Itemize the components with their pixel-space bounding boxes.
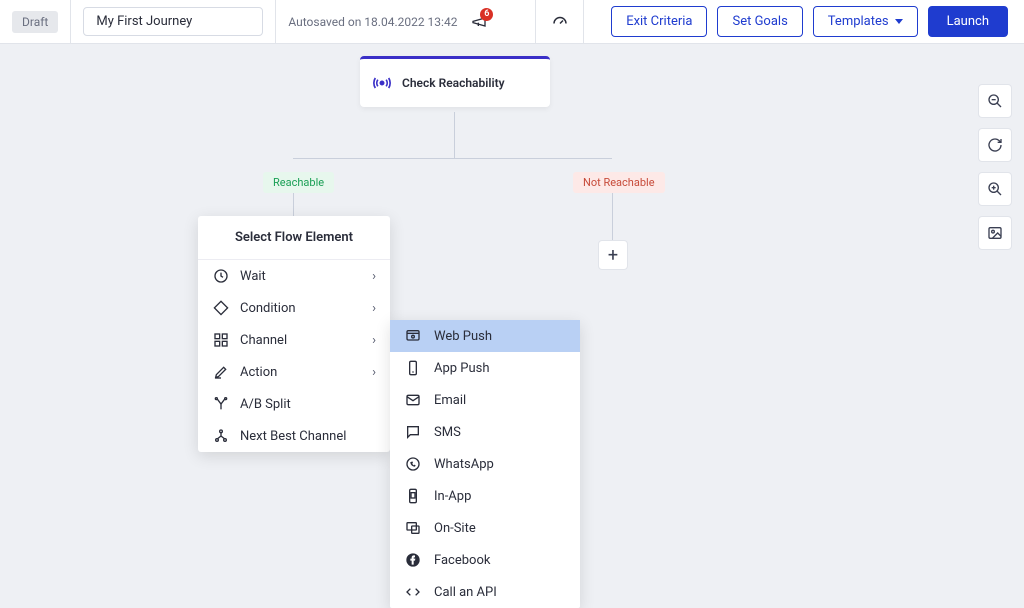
flow-item-label: Channel [240, 333, 362, 348]
chevron-right-icon: › [372, 365, 376, 380]
refresh-icon [987, 137, 1003, 153]
zoom-in-icon [987, 181, 1003, 197]
channel-item-whatsapp[interactable]: WhatsApp [390, 448, 580, 480]
image-icon [987, 225, 1003, 241]
templates-button[interactable]: Templates [813, 6, 918, 37]
channel-label: Call an API [434, 585, 497, 600]
flow-item-wait[interactable]: Wait › [198, 260, 390, 292]
flow-panel-title: Select Flow Element [198, 216, 390, 260]
chevron-right-icon: › [372, 301, 376, 316]
network-icon [212, 428, 230, 444]
add-node-button[interactable]: + [598, 240, 628, 270]
chevron-right-icon: › [372, 269, 376, 284]
diamond-icon [212, 300, 230, 316]
launch-button[interactable]: Launch [928, 6, 1008, 37]
reachability-icon [372, 73, 392, 93]
email-icon [404, 392, 422, 408]
notification-button[interactable]: 6 [471, 14, 487, 30]
clock-icon [212, 268, 230, 284]
channel-label: On-Site [434, 521, 476, 536]
zoom-out-button[interactable] [978, 84, 1012, 118]
check-reachability-node[interactable]: Check Reachability [360, 56, 550, 107]
connector [454, 112, 455, 158]
connector [293, 158, 612, 159]
templates-label: Templates [828, 14, 889, 29]
sms-icon [404, 424, 422, 440]
draft-badge: Draft [12, 11, 58, 33]
flow-item-condition[interactable]: Condition › [198, 292, 390, 324]
channel-item-in-app[interactable]: In-App [390, 480, 580, 512]
channel-item-on-site[interactable]: On-Site [390, 512, 580, 544]
in-app-icon [404, 488, 422, 504]
autosave-text: Autosaved on 18.04.2022 13:42 [288, 15, 457, 29]
channel-item-email[interactable]: Email [390, 384, 580, 416]
grid-icon [212, 332, 230, 348]
chevron-right-icon: › [372, 333, 376, 348]
flow-item-ab-split[interactable]: A/B Split [198, 388, 390, 420]
chevron-down-icon [895, 19, 903, 24]
side-panel [978, 84, 1012, 250]
channel-item-facebook[interactable]: Facebook [390, 544, 580, 576]
flow-item-label: Next Best Channel [240, 429, 376, 444]
whatsapp-icon [404, 456, 422, 472]
flow-item-label: Condition [240, 301, 362, 316]
channel-item-web-push[interactable]: Web Push [390, 320, 580, 352]
channel-label: App Push [434, 361, 490, 376]
journey-name-input[interactable] [83, 7, 263, 36]
gauge-icon [551, 13, 569, 31]
set-goals-button[interactable]: Set Goals [717, 6, 802, 37]
reachable-tag: Reachable [263, 172, 334, 193]
canvas[interactable]: Check Reachability Reachable Not Reachab… [0, 44, 1024, 607]
exit-criteria-button[interactable]: Exit Criteria [611, 6, 707, 37]
check-reachability-label: Check Reachability [402, 76, 505, 90]
flow-item-label: Action [240, 365, 362, 380]
channel-submenu: Web Push App Push Email SMS WhatsApp In-… [390, 320, 580, 608]
app-push-icon [404, 360, 422, 376]
screenshot-button[interactable] [978, 216, 1012, 250]
not-reachable-tag: Not Reachable [573, 172, 665, 193]
channel-label: Facebook [434, 553, 490, 568]
autosave-cell: Autosaved on 18.04.2022 13:42 6 [276, 0, 536, 43]
flow-item-next-best-channel[interactable]: Next Best Channel [198, 420, 390, 452]
channel-label: Email [434, 393, 466, 408]
channel-item-call-api[interactable]: Call an API [390, 576, 580, 608]
reset-view-button[interactable] [978, 128, 1012, 162]
channel-label: In-App [434, 489, 471, 504]
journey-name-cell [71, 0, 276, 43]
channel-label: SMS [434, 425, 461, 440]
topbar-right: Exit Criteria Set Goals Templates Launch [595, 0, 1024, 43]
top-bar: Draft Autosaved on 18.04.2022 13:42 6 Ex… [0, 0, 1024, 44]
api-icon [404, 584, 422, 600]
flow-element-panel: Select Flow Element Wait › Condition › C… [198, 216, 390, 452]
zoom-out-icon [987, 93, 1003, 109]
flow-item-label: A/B Split [240, 397, 376, 412]
flow-item-channel[interactable]: Channel › [198, 324, 390, 356]
connector [612, 186, 613, 240]
channel-item-sms[interactable]: SMS [390, 416, 580, 448]
web-push-icon [404, 328, 422, 344]
on-site-icon [404, 520, 422, 536]
notification-count-badge: 6 [480, 8, 493, 21]
zoom-in-button[interactable] [978, 172, 1012, 206]
facebook-icon [404, 552, 422, 568]
draft-status-cell: Draft [0, 0, 71, 43]
channel-label: Web Push [434, 329, 492, 344]
flow-item-action[interactable]: Action › [198, 356, 390, 388]
pencil-icon [212, 364, 230, 380]
split-icon [212, 396, 230, 412]
flow-item-label: Wait [240, 269, 362, 284]
channel-item-app-push[interactable]: App Push [390, 352, 580, 384]
speed-cell[interactable] [536, 0, 584, 43]
channel-label: WhatsApp [434, 457, 494, 472]
